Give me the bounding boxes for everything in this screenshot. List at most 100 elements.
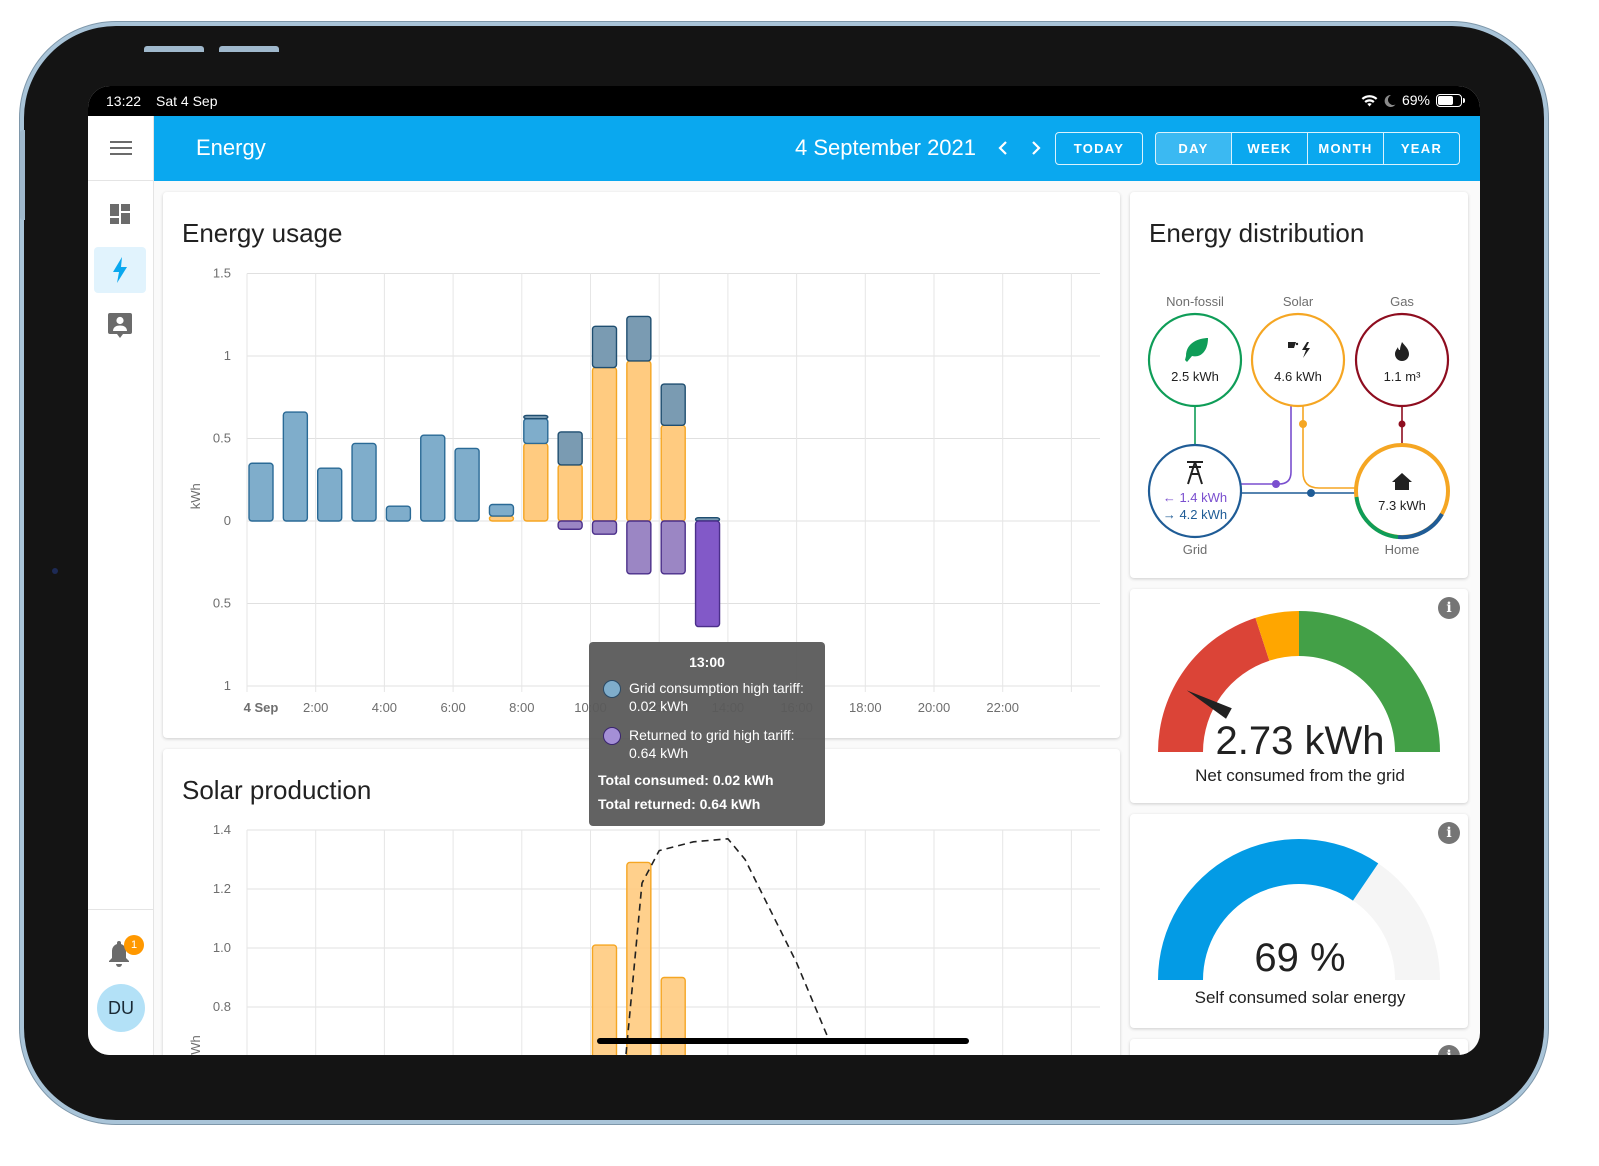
y-tick-label: 0	[224, 513, 231, 528]
grid-returned-value: ← 1.4 kWh	[1162, 490, 1228, 505]
lightning-icon	[113, 257, 127, 283]
volume-up-button	[144, 46, 204, 52]
home-indicator[interactable]	[597, 1038, 969, 1044]
y-tick-label: 1.5	[213, 266, 231, 281]
tooltip-row-grid-consumption: Grid consumption high tariff: 0.02 kWh	[629, 680, 804, 714]
date-label: 4 September 2021	[795, 135, 977, 160]
bar-grid-consumption-high-tariff	[591, 325, 618, 369]
x-tick-label: 18:00	[849, 700, 882, 715]
x-tick-label: 20:00	[918, 700, 951, 715]
bar-solar-consumed	[660, 424, 686, 522]
tooltip-row-returned-to-grid: Returned to grid high tariff: 0.64 kWh	[629, 727, 795, 761]
hamburger-menu-icon	[109, 141, 132, 155]
sidebar: 1 DU	[88, 116, 154, 1055]
bar-grid-consumption-high-tariff	[557, 431, 583, 466]
x-tick-label: 2:00	[303, 700, 328, 715]
do-not-disturb-moon-icon	[1384, 94, 1396, 107]
y-tick-label: 1.0	[213, 940, 231, 955]
bar-grid-consumption-low-tariff	[248, 462, 274, 522]
screen: 13:22 Sat 4 Sep 69% 1 DU Energy 4 Septem…	[88, 86, 1480, 1055]
solar-node[interactable]	[1250, 312, 1346, 408]
y-axis-label: kWh	[188, 1035, 203, 1055]
bar-solar-consumed	[523, 442, 549, 522]
flow-dot-solar-home	[1299, 420, 1307, 428]
notification-badge: 1	[124, 935, 144, 955]
bar-solar-production	[626, 861, 652, 1055]
non-fossil-node[interactable]	[1147, 312, 1243, 408]
bar-grid-consumption-low-tariff	[316, 467, 343, 522]
sidebar-divider	[88, 909, 154, 910]
grid-consumption-legend-dot	[603, 680, 621, 698]
flow-solar-home	[1302, 406, 1356, 489]
x-tick-label: 8:00	[509, 700, 534, 715]
tooltip-total-returned: Total returned: 0.64 kWh	[598, 796, 761, 812]
energy-distribution-card: Energy distribution Non-fossil Solar Gas…	[1130, 192, 1468, 578]
grid-gauge-value: 2.73 kWh	[1215, 719, 1385, 763]
period-week-button[interactable]: WEEK	[1231, 133, 1307, 164]
period-selector: DAY WEEK MONTH YEAR	[1155, 132, 1460, 165]
user-avatar[interactable]: DU	[97, 984, 145, 1032]
y-tick-label: 1.2	[213, 881, 231, 896]
flow-dot-solar-grid	[1272, 480, 1280, 488]
bar-grid-consumption-high-tariff	[660, 383, 686, 427]
y-axis-label: kWh	[188, 483, 203, 509]
flow-solar-grid	[1241, 406, 1292, 485]
bar-returned-to-grid	[626, 520, 652, 575]
volume-down-button	[219, 46, 279, 52]
grid-consumed-value: → 4.2 kWh	[1162, 507, 1228, 522]
camera	[52, 568, 58, 574]
dashboard-icon	[110, 204, 130, 224]
sidebar-item-overview[interactable]	[94, 191, 146, 237]
solar-value: 4.6 kWh	[1274, 369, 1322, 384]
tooltip-total-consumed: Total consumed: 0.02 kWh	[598, 772, 774, 788]
sidebar-item-logbook[interactable]	[94, 303, 146, 349]
bar-grid-consumption-low-tariff	[282, 411, 309, 522]
non-fossil-label: Non-fossil	[1166, 294, 1224, 309]
previous-date-button[interactable]	[991, 134, 1015, 162]
bar-grid-consumption-high-tariff	[626, 315, 652, 362]
sidebar-item-energy[interactable]	[94, 247, 146, 293]
info-icon[interactable]: i	[1438, 1045, 1460, 1055]
battery-icon	[1436, 93, 1465, 107]
chevron-left-icon	[998, 141, 1007, 155]
next-date-button[interactable]	[1024, 134, 1048, 162]
grid-neutrality-gauge-card: i 2.73 kWh Net consumed from the grid	[1130, 589, 1468, 803]
returned-to-grid-legend-dot	[603, 727, 621, 745]
bar-solar-consumed	[557, 464, 583, 522]
bar-grid-consumption-low-tariff	[488, 503, 515, 517]
battery-percent: 69%	[1401, 92, 1430, 108]
bar-grid-consumption-low-tariff	[454, 447, 480, 522]
gas-value: 1.1 m³	[1383, 369, 1421, 384]
bar-returned-to-grid	[694, 520, 721, 628]
period-day-button[interactable]: DAY	[1156, 133, 1231, 164]
solar-consumed-gauge-card: i 69 % Self consumed solar energy	[1130, 814, 1468, 1028]
wifi-icon	[1361, 94, 1378, 106]
y-tick-label: 0.5	[213, 596, 231, 611]
bar-returned-to-grid	[557, 520, 583, 530]
y-tick-label: 0.8	[213, 999, 231, 1014]
status-icons: 69%	[1361, 92, 1465, 108]
x-tick-label: 4:00	[372, 700, 397, 715]
flow-dot-gas	[1398, 420, 1406, 428]
grid-label: Grid	[1182, 542, 1208, 557]
y-tick-label: 1.4	[213, 822, 231, 837]
bar-returned-to-grid	[591, 520, 618, 535]
bar-grid-consumption-high-tariff	[523, 414, 549, 420]
period-month-button[interactable]: MONTH	[1307, 133, 1383, 164]
power-button	[20, 130, 25, 220]
notifications-button[interactable]: 1	[106, 935, 144, 971]
today-button[interactable]: TODAY	[1055, 132, 1143, 165]
period-year-button[interactable]: YEAR	[1383, 133, 1459, 164]
chart-tooltip: 13:00 Grid consumption high tariff: 0.02…	[589, 642, 825, 826]
solar-gauge-value: 69 %	[1254, 936, 1346, 980]
bar-grid-consumption-low-tariff	[523, 417, 549, 445]
solar-gauge-label: Self consumed solar energy	[1194, 988, 1406, 1007]
bar-solar-consumed	[488, 515, 515, 522]
account-box-icon	[108, 313, 132, 338]
y-tick-label: 1	[224, 678, 231, 693]
tooltip-title: 13:00	[689, 654, 725, 670]
non-fossil-value: 2.5 kWh	[1171, 369, 1219, 384]
menu-button[interactable]	[88, 116, 153, 181]
app-header: Energy 4 September 2021 TODAY DAY WEEK M…	[154, 116, 1480, 181]
bar-grid-consumption-low-tariff	[385, 505, 412, 522]
